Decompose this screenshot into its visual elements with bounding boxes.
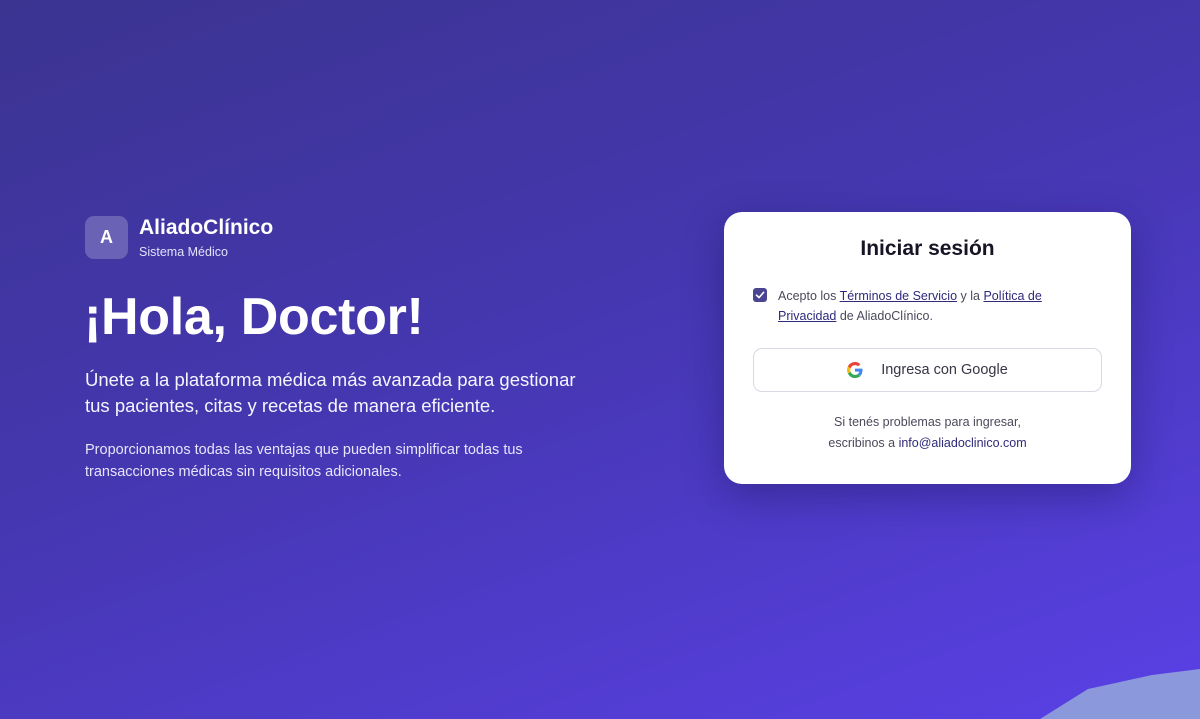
help-line-1: Si tenés problemas para ingresar, — [834, 415, 1021, 429]
terms-checkbox[interactable] — [753, 288, 767, 302]
brand-name: AliadoClínico — [139, 216, 274, 239]
hero-lead: Únete a la plataforma médica más avanzad… — [85, 369, 576, 416]
help-text: Si tenés problemas para ingresar, escrib… — [724, 412, 1131, 454]
terms-middle: y la — [957, 289, 984, 303]
decorative-corner-shape — [1040, 669, 1200, 719]
google-signin-label: Ingresa con Google — [881, 362, 1008, 378]
hero-title: ¡Hola, Doctor! — [84, 288, 424, 346]
hero-body: Proporcionamos todas las ventajas que pu… — [85, 442, 523, 480]
help-line-2: escribinos a info@aliadoclinico.com — [724, 433, 1131, 454]
terms-suffix: de AliadoClínico. — [836, 309, 933, 323]
terms-of-service-link[interactable]: Términos de Servicio — [840, 289, 957, 303]
terms-prefix: Acepto los — [778, 289, 840, 303]
brand-text: AliadoClínico Sistema Médico — [139, 216, 273, 259]
brand: A AliadoClínico Sistema Médico — [85, 216, 273, 259]
login-title: Iniciar sesión — [860, 237, 995, 260]
help-line-2-prefix: escribinos a — [828, 436, 899, 450]
login-card: Iniciar sesión Acepto los Términos de Se… — [724, 212, 1131, 484]
google-signin-button[interactable]: Ingresa con Google — [753, 348, 1102, 392]
terms-consent: Acepto los Términos de Servicio y la Pol… — [753, 286, 1073, 326]
support-email-link[interactable]: info@aliadoclinico.com — [899, 436, 1027, 450]
check-icon — [755, 291, 765, 299]
terms-text: Acepto los Términos de Servicio y la Pol… — [778, 286, 1073, 326]
brand-subtitle: Sistema Médico — [139, 245, 228, 259]
brand-logo: A — [85, 216, 128, 259]
google-icon — [847, 362, 863, 378]
